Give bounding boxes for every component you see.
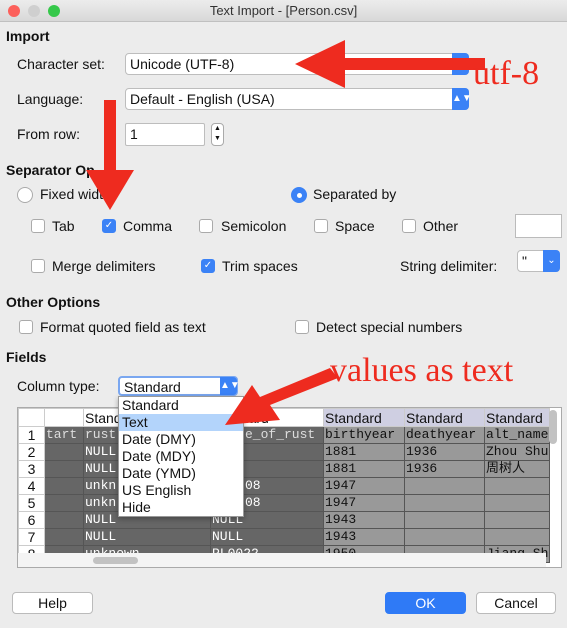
arrow-to-comma bbox=[86, 100, 134, 210]
arrow-to-text-option bbox=[225, 368, 338, 425]
arrow-to-charset bbox=[295, 40, 485, 88]
utf8-annotation: utf-8 bbox=[473, 55, 540, 92]
values-as-text-annotation: values as text bbox=[330, 352, 514, 389]
annotation-arrows bbox=[86, 40, 485, 425]
